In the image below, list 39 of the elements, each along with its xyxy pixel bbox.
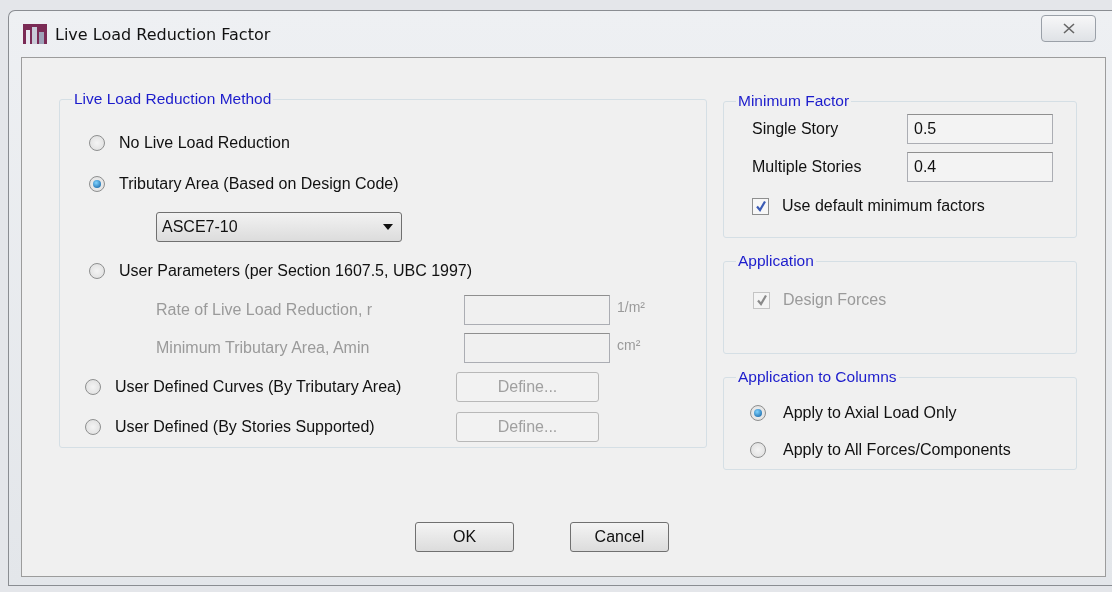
group-title: Application to Columns	[737, 368, 898, 386]
radio-button[interactable]	[750, 404, 766, 421]
parameter-label: Minimum Tributary Area, Amin	[156, 339, 371, 357]
checkbox[interactable]	[752, 197, 769, 215]
radio-button[interactable]	[89, 262, 105, 279]
group-title: Application	[737, 252, 815, 270]
checkmark-icon	[755, 294, 768, 306]
radio-button[interactable]	[750, 441, 766, 458]
option-label: Apply to Axial Load Only	[783, 403, 957, 422]
factor-field[interactable]: 0.5	[907, 114, 1053, 144]
option-label: Tributary Area (Based on Design Code)	[119, 174, 399, 193]
radio-button[interactable]	[85, 379, 101, 395]
parameter-label: Rate of Live Load Reduction, r	[156, 301, 374, 319]
dropdown-arrow-icon	[383, 224, 393, 230]
checkbox-label: Use default minimum factors	[782, 197, 985, 215]
option-label: User Defined Curves (By Tributary Area)	[115, 378, 403, 396]
factor-field[interactable]: 0.4	[907, 152, 1053, 182]
field-label: Single Story	[752, 120, 840, 138]
code-dropdown[interactable]: ASCE7-10	[156, 212, 402, 242]
field-label: Multiple Stories	[752, 158, 863, 176]
group-title: Minimum Factor	[737, 92, 851, 110]
option-label: No Live Load Reduction	[119, 133, 290, 152]
app-logo-icon	[23, 24, 47, 44]
dialog-button[interactable]: Cancel	[570, 522, 669, 552]
radio-button[interactable]	[85, 419, 101, 435]
radio-button[interactable]	[89, 134, 105, 151]
option-label: User Defined (By Stories Supported)	[115, 418, 376, 436]
window-title: Live Load Reduction Factor	[55, 24, 271, 44]
option-label: Apply to All Forces/Components	[783, 440, 1011, 459]
option-label: User Parameters (per Section 1607.5, UBC 1997)	[119, 261, 473, 280]
unit-label: cm²	[617, 337, 641, 353]
close-icon	[1062, 23, 1075, 34]
radio-button[interactable]	[89, 175, 105, 192]
group-title: Live Load Reduction Method	[73, 90, 273, 108]
dialog-button[interactable]: OK	[415, 522, 514, 552]
close-button[interactable]	[1041, 15, 1096, 42]
checkmark-icon	[754, 200, 767, 212]
checkbox-label: Design Forces	[783, 291, 887, 309]
unit-label: 1/m²	[617, 299, 645, 315]
